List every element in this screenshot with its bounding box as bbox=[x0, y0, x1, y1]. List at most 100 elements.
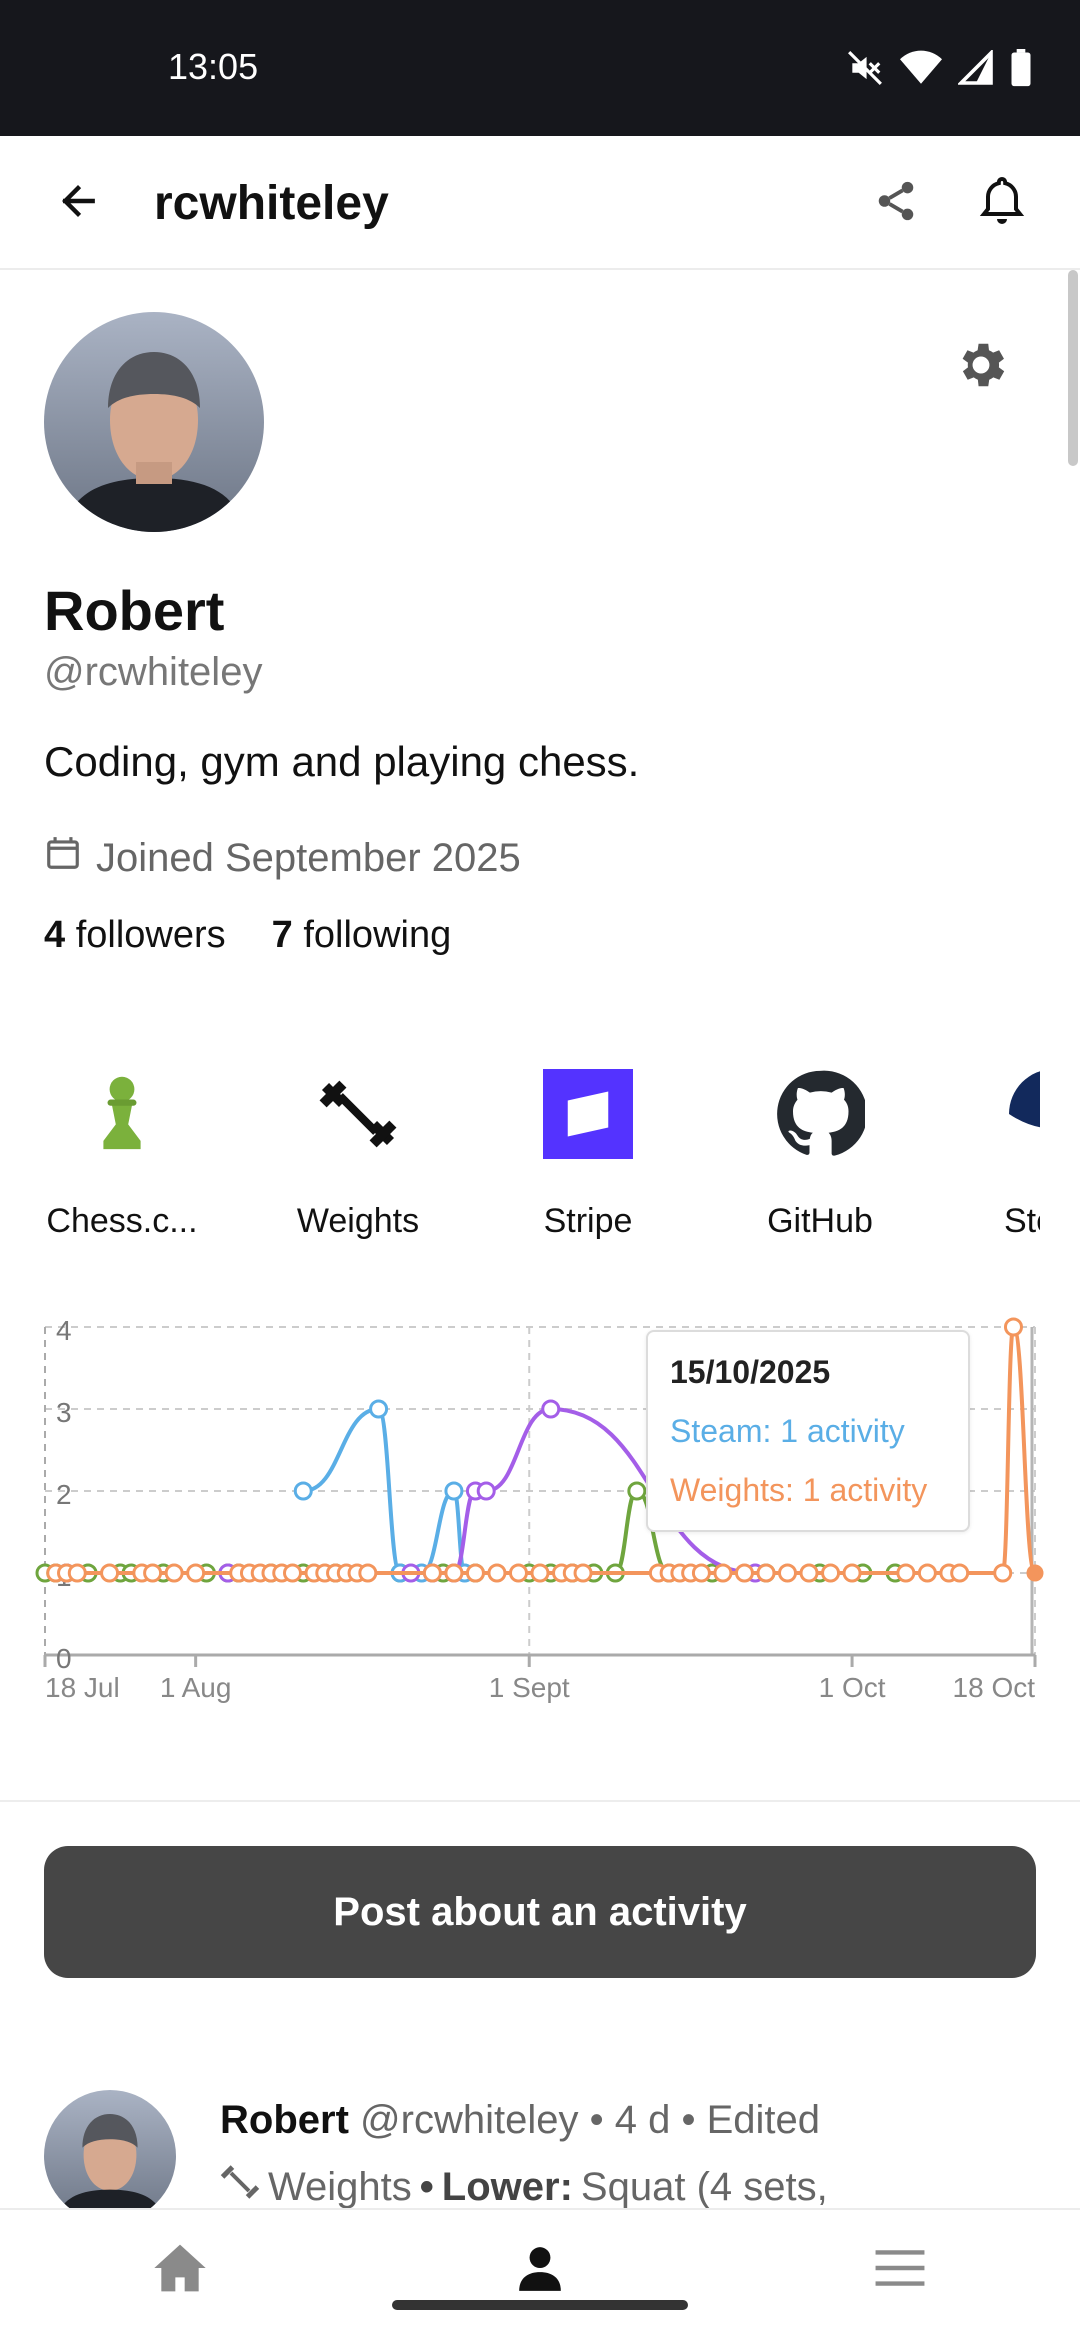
chart-data-point bbox=[573, 1563, 593, 1583]
stripe-icon bbox=[540, 1066, 636, 1162]
bell-icon bbox=[978, 175, 1026, 232]
chart-data-point bbox=[465, 1563, 485, 1583]
notifications-button[interactable] bbox=[968, 169, 1036, 237]
separator-dot: • bbox=[681, 2098, 696, 2142]
profile-avatar bbox=[44, 312, 264, 532]
nav-menu[interactable] bbox=[850, 2230, 950, 2310]
dumbbell-icon bbox=[220, 2162, 260, 2210]
chart-y-tick-label: 0 bbox=[56, 1643, 72, 1674]
back-button[interactable] bbox=[44, 169, 112, 237]
separator-dot: • bbox=[419, 2164, 434, 2209]
chart-data-point bbox=[444, 1563, 464, 1583]
chart-y-tick-label: 4 bbox=[56, 1315, 72, 1346]
chart-data-point bbox=[691, 1563, 711, 1583]
post-avatar[interactable] bbox=[44, 2090, 176, 2210]
chart-data-point bbox=[1026, 1564, 1044, 1582]
joined-date: Joined September 2025 bbox=[44, 834, 521, 882]
page-title: rcwhiteley bbox=[154, 177, 389, 230]
chart-data-point bbox=[186, 1563, 206, 1583]
post-age: 4 d bbox=[614, 2098, 671, 2142]
chart-data-point bbox=[734, 1563, 754, 1583]
status-bar: 13:05 bbox=[0, 0, 1080, 136]
chart-data-point bbox=[842, 1563, 862, 1583]
profile-bio: Coding, gym and playing chess. bbox=[44, 738, 640, 785]
arrow-left-icon bbox=[53, 179, 103, 228]
dumbbell-icon bbox=[310, 1066, 406, 1162]
chart-data-point bbox=[67, 1563, 87, 1583]
chart-data-point bbox=[756, 1563, 776, 1583]
following-count: 7 bbox=[271, 914, 293, 956]
chart-data-point bbox=[422, 1563, 442, 1583]
feed-post[interactable]: Robert @rcwhiteley • 4 d • Edited Weight… bbox=[0, 2090, 1080, 2210]
scrollbar-thumb[interactable] bbox=[1068, 270, 1078, 466]
wifi-icon bbox=[900, 50, 942, 91]
followers-link[interactable]: 4 followers bbox=[44, 914, 226, 957]
post-header: Robert @rcwhiteley • 4 d • Edited bbox=[220, 2098, 820, 2143]
chart-data-point bbox=[476, 1481, 496, 1501]
chart-data-point bbox=[487, 1563, 507, 1583]
post-body: Weights • Lower: Squat (4 sets, bbox=[220, 2162, 828, 2210]
post-activity-button[interactable]: Post about an activity bbox=[44, 1846, 1036, 1978]
integration-label: Ste bbox=[1004, 1202, 1040, 1240]
chart-data-point bbox=[799, 1563, 819, 1583]
post-edited-label: Edited bbox=[706, 2098, 821, 2142]
follow-stats: 4 followers 7 following bbox=[44, 914, 451, 957]
menu-icon bbox=[873, 2248, 927, 2293]
chart-data-point bbox=[164, 1563, 184, 1583]
integration-label: GitHub bbox=[767, 1202, 873, 1240]
integration-github[interactable]: GitHub bbox=[720, 1060, 920, 1260]
followers-label: followers bbox=[75, 914, 226, 956]
battery-icon bbox=[1010, 48, 1032, 92]
tooltip-date: 15/10/2025 bbox=[670, 1354, 831, 1390]
share-button[interactable] bbox=[862, 169, 930, 237]
chart-data-point bbox=[508, 1563, 528, 1583]
chart-x-tick-label: 18 Jul bbox=[45, 1672, 120, 1703]
chart-data-point bbox=[896, 1563, 916, 1583]
post-category: Lower: bbox=[441, 2164, 573, 2209]
integration-steam[interactable]: Ste bbox=[954, 1060, 1040, 1260]
github-icon bbox=[772, 1066, 868, 1162]
chart-y-tick-label: 3 bbox=[56, 1397, 72, 1428]
home-indicator[interactable] bbox=[392, 2300, 688, 2310]
gear-icon bbox=[952, 336, 1010, 399]
nav-profile[interactable] bbox=[490, 2230, 590, 2310]
integration-label: Chess.c... bbox=[46, 1202, 198, 1240]
separator-dot: • bbox=[589, 2098, 604, 2142]
post-summary: Squat (4 sets, bbox=[580, 2164, 828, 2209]
integrations-row: Chess.c... Weights Stripe GitHub Ste bbox=[0, 1060, 1040, 1260]
chart-data-point bbox=[541, 1399, 561, 1419]
followers-count: 4 bbox=[44, 914, 66, 956]
following-label: following bbox=[303, 914, 452, 956]
chart-data-point bbox=[369, 1399, 389, 1419]
post-author-name[interactable]: Robert bbox=[220, 2098, 349, 2142]
post-author-handle[interactable]: @rcwhiteley bbox=[360, 2098, 578, 2142]
app-bar: rcwhiteley bbox=[0, 136, 1080, 270]
chart-data-point bbox=[530, 1563, 550, 1583]
share-icon bbox=[873, 177, 919, 230]
chart-y-tick-label: 2 bbox=[56, 1479, 72, 1510]
bottom-nav bbox=[0, 2208, 1080, 2340]
mute-icon bbox=[846, 49, 884, 92]
nav-home[interactable] bbox=[130, 2230, 230, 2310]
chart-data-point bbox=[1003, 1317, 1023, 1337]
tooltip-row-steam: Steam: 1 activity bbox=[670, 1413, 905, 1449]
chart-data-point bbox=[778, 1563, 797, 1583]
display-name: Robert bbox=[44, 579, 225, 642]
chess-pawn-icon bbox=[74, 1066, 170, 1162]
profile-handle: @rcwhiteley bbox=[44, 650, 263, 694]
status-time: 13:05 bbox=[168, 46, 259, 87]
chart-data-point bbox=[627, 1481, 647, 1501]
integration-label: Weights bbox=[296, 1202, 420, 1240]
calendar-icon bbox=[44, 834, 82, 882]
chart-data-point bbox=[358, 1563, 378, 1583]
chart-data-point bbox=[100, 1563, 120, 1583]
integration-weights[interactable]: Weights bbox=[258, 1060, 458, 1260]
chart-data-point bbox=[950, 1563, 970, 1583]
integration-stripe[interactable]: Stripe bbox=[488, 1060, 688, 1260]
person-icon bbox=[515, 2242, 565, 2299]
integration-label: Stripe bbox=[543, 1202, 633, 1240]
chart-data-point bbox=[283, 1563, 302, 1583]
settings-button[interactable] bbox=[946, 332, 1016, 402]
integration-chess[interactable]: Chess.c... bbox=[22, 1060, 222, 1260]
following-link[interactable]: 7 following bbox=[272, 914, 452, 957]
